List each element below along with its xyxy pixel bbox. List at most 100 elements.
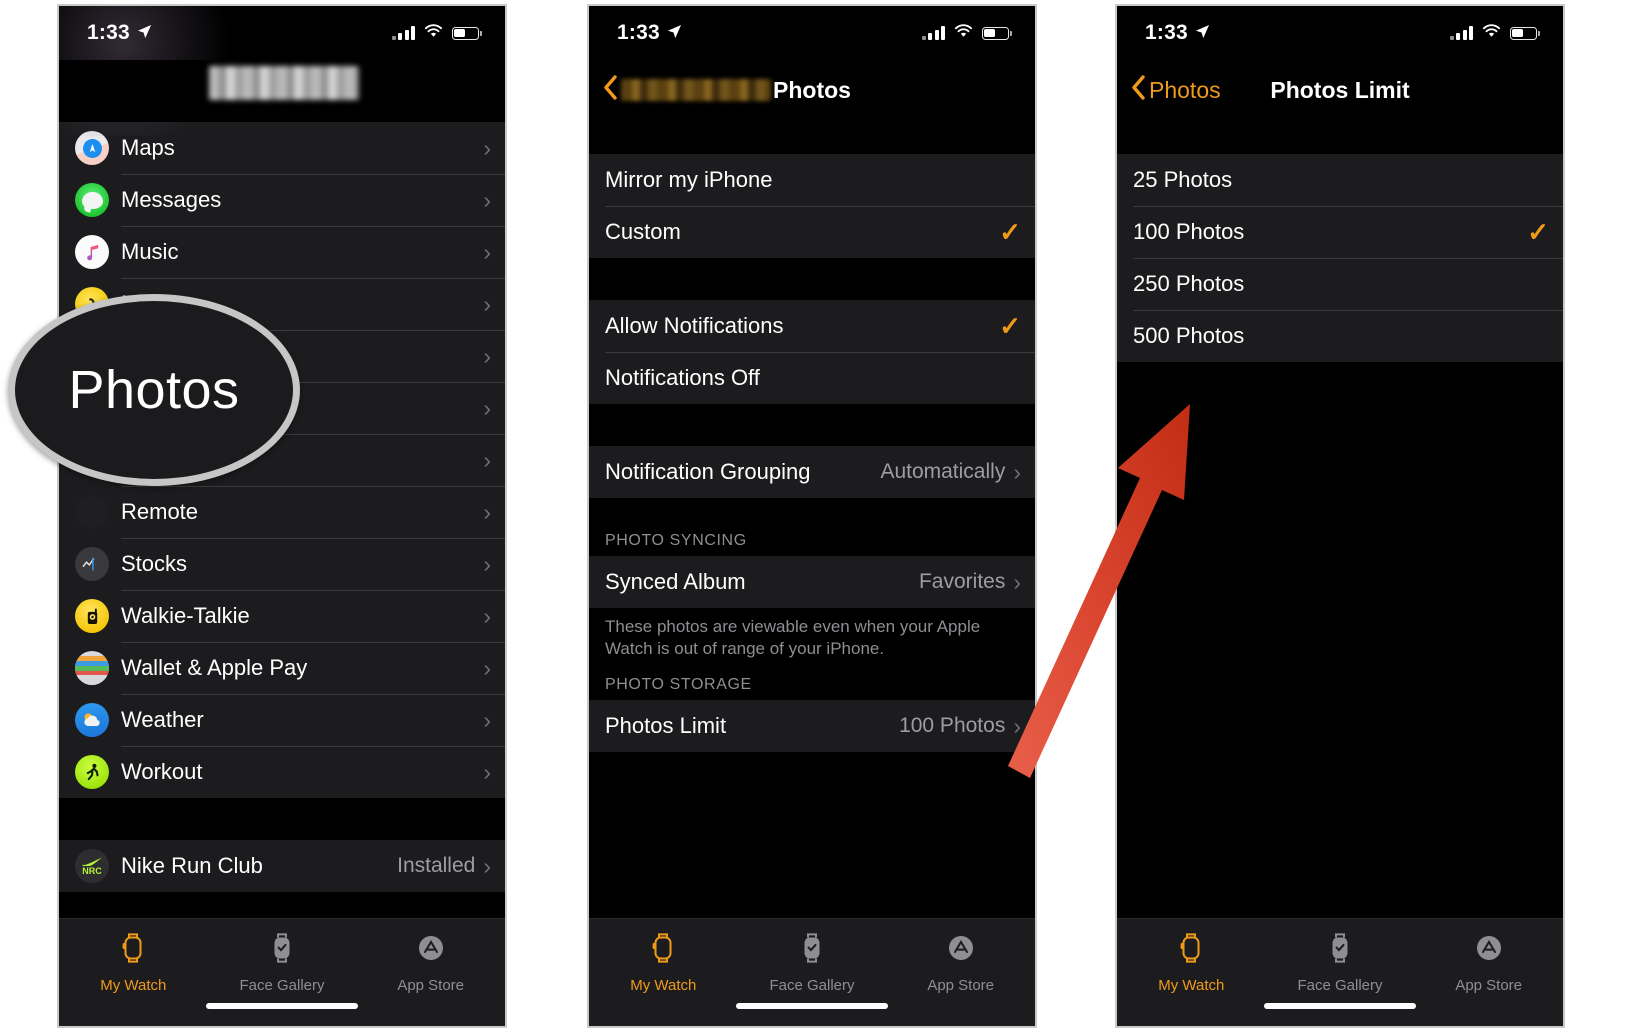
list-item-value: Automatically (880, 460, 1006, 483)
wifi-icon (1482, 23, 1501, 43)
watch-app-my-watch-screen: 1:33 Maps › Messages › Music › › › › › R… (59, 6, 505, 1026)
third-party-apps-list: NRC Nike Run Club Installed › (59, 840, 505, 892)
walkie-talkie-app-icon (75, 599, 109, 633)
tab-label: Face Gallery (769, 977, 855, 994)
apple-watch-icon (1178, 931, 1204, 970)
tab-face-gallery[interactable]: Face Gallery (1266, 931, 1415, 994)
list-item[interactable]: Workout › (59, 746, 505, 798)
tab-my-watch[interactable]: My Watch (1117, 931, 1266, 994)
option-label: 25 Photos (1133, 167, 1233, 192)
chevron-right-icon: › (483, 602, 491, 629)
list-item[interactable]: Weather › (59, 694, 505, 746)
tab-label: App Store (397, 977, 465, 994)
status-bar: 1:33 (59, 6, 505, 60)
status-bar: 1:33 (1117, 6, 1563, 60)
tab-app-store[interactable]: App Store (1414, 931, 1563, 994)
list-item[interactable]: Music › (59, 226, 505, 278)
status-time: 1:33 (87, 21, 130, 44)
list-item-label: Stocks (121, 551, 188, 576)
chevron-right-icon: › (483, 654, 491, 681)
list-item[interactable]: Maps › (59, 122, 505, 174)
tab-face-gallery[interactable]: Face Gallery (738, 931, 887, 994)
section-header-photo-syncing: PHOTO SYNCING (589, 526, 1035, 556)
list-item-value: Installed (397, 854, 476, 877)
option-25-photos[interactable]: 25 Photos (1117, 154, 1563, 206)
list-item[interactable]: Walkie-Talkie › (59, 590, 505, 642)
tab-app-store[interactable]: App Store (356, 931, 505, 994)
list-item-label: Notification Grouping (605, 459, 811, 484)
back-button[interactable]: Photos (1117, 75, 1221, 105)
apple-watch-icon (650, 931, 676, 970)
status-bar-right (921, 23, 1012, 43)
cellular-bars-icon (921, 26, 945, 40)
list-item-allow-notifications[interactable]: Allow Notifications ✓ (589, 300, 1035, 352)
location-arrow-icon (1195, 21, 1210, 45)
home-indicator (206, 1003, 358, 1009)
grouping-group: Notification Grouping Automatically › (589, 446, 1035, 498)
tab-my-watch[interactable]: My Watch (589, 931, 738, 994)
list-item-nike-run-club[interactable]: NRC Nike Run Club Installed › (59, 840, 505, 892)
list-gap (589, 498, 1035, 526)
chevron-right-icon: › (483, 342, 491, 369)
list-item-label: Custom (605, 219, 681, 244)
list-item-label: Maps (121, 135, 175, 160)
chevron-right-icon: › (483, 290, 491, 317)
list-item-photos-limit[interactable]: Photos Limit 100 Photos › (589, 700, 1035, 752)
status-time: 1:33 (1145, 21, 1188, 44)
status-bar-left: 1:33 (1145, 21, 1210, 45)
account-header[interactable] (59, 60, 505, 122)
list-gap (589, 258, 1035, 300)
chevron-right-icon: › (1013, 458, 1021, 485)
back-button[interactable] (589, 75, 771, 105)
list-item-notification-grouping[interactable]: Notification Grouping Automatically › (589, 446, 1035, 498)
list-item-label: Remote (121, 499, 199, 524)
tab-my-watch[interactable]: My Watch (59, 931, 208, 994)
list-item-label: Wallet & Apple Pay (121, 655, 308, 680)
watch-face-icon (269, 931, 295, 970)
stocks-app-icon (75, 547, 109, 581)
list-item-mirror-my-iphone[interactable]: Mirror my iPhone (589, 154, 1035, 206)
app-store-icon (416, 931, 446, 970)
tab-label: App Store (927, 977, 995, 994)
cellular-bars-icon (391, 26, 415, 40)
list-item-notifications-off[interactable]: Notifications Off (589, 352, 1035, 404)
chevron-right-icon: › (483, 134, 491, 161)
chevron-right-icon: › (483, 550, 491, 577)
list-item-synced-album[interactable]: Synced Album Favorites › (589, 556, 1035, 608)
list-item-label: Workout (121, 759, 203, 784)
workout-app-icon (75, 755, 109, 789)
home-indicator (1264, 1003, 1416, 1009)
option-label: 500 Photos (1133, 323, 1245, 348)
screenshot-stage: 1:33 Maps › Messages › Music › › › › › R… (0, 0, 1648, 1032)
list-gap (59, 798, 505, 840)
list-item-label: Messages (121, 187, 222, 212)
chevron-right-icon: › (483, 186, 491, 213)
option-500-photos[interactable]: 500 Photos (1117, 310, 1563, 362)
list-item[interactable]: Wallet & Apple Pay › (59, 642, 505, 694)
chevron-right-icon: › (483, 758, 491, 785)
watch-face-icon (799, 931, 825, 970)
list-item-label: Photos Limit (605, 713, 727, 739)
chevron-right-icon: › (483, 706, 491, 733)
chevron-right-icon: › (1013, 568, 1021, 595)
option-100-photos[interactable]: 100 Photos ✓ (1117, 206, 1563, 258)
list-gap (1117, 120, 1563, 154)
option-250-photos[interactable]: 250 Photos (1117, 258, 1563, 310)
location-arrow-icon (137, 21, 152, 45)
tab-bar: My Watch Face Gallery App Store (59, 918, 505, 1026)
list-item-custom[interactable]: Custom ✓ (589, 206, 1035, 258)
list-item[interactable]: Messages › (59, 174, 505, 226)
tab-label: My Watch (100, 977, 167, 994)
navigation-bar: Photos Photos Limit (1117, 60, 1563, 120)
battery-icon (452, 26, 482, 40)
tab-app-store[interactable]: App Store (886, 931, 1035, 994)
phone-screenshot-3: 1:33 Photos Photos Limit 25 Photos 100 P… (1115, 4, 1565, 1028)
tab-face-gallery[interactable]: Face Gallery (208, 931, 357, 994)
tab-label: Face Gallery (239, 977, 325, 994)
list-item[interactable]: Remote › (59, 486, 505, 538)
tab-label: Face Gallery (1297, 977, 1383, 994)
list-item[interactable]: Stocks › (59, 538, 505, 590)
nrc-text: NRC (82, 865, 102, 876)
status-time: 1:33 (617, 21, 660, 44)
navigation-bar: Photos (589, 60, 1035, 120)
